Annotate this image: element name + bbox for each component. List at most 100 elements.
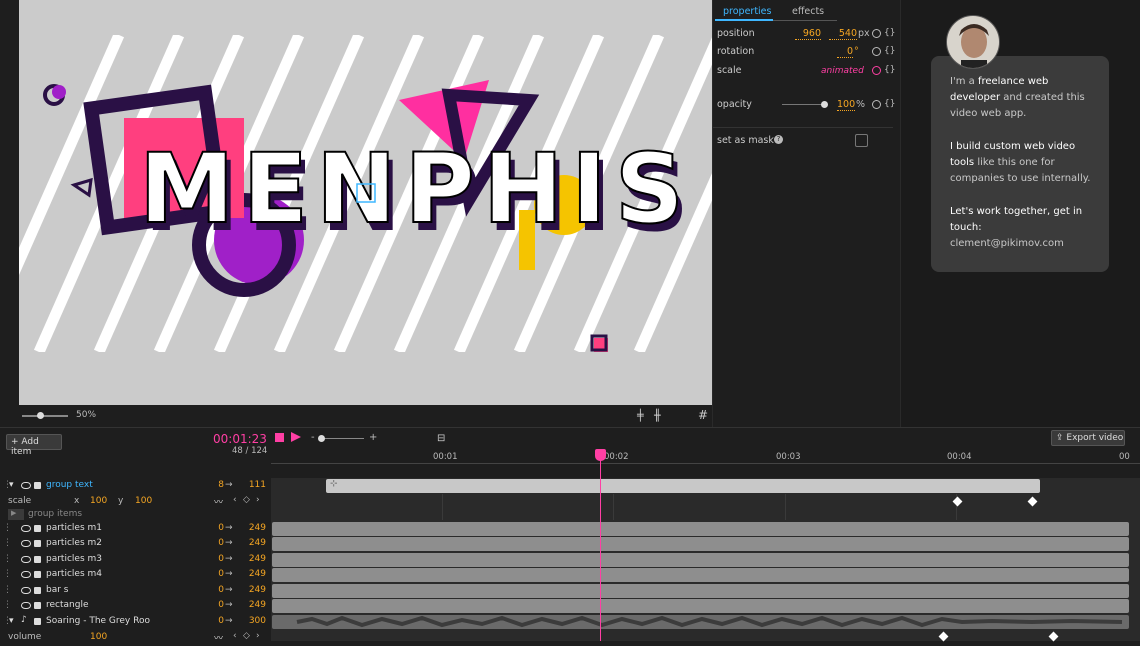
prev-keyframe-icon[interactable]: ‹ — [233, 631, 237, 641]
add-keyframe-icon[interactable]: ◇ — [243, 495, 250, 505]
expression-braces-icon[interactable]: {} — [884, 65, 895, 75]
audio-layer-row[interactable]: ⋮ ▾ ♪ Soaring - The Grey Roo 0 → 300 — [0, 615, 271, 630]
add-item-button[interactable]: + Add item — [6, 434, 62, 457]
snap-icon[interactable]: ⊟ — [437, 433, 445, 444]
layer-out-frame[interactable]: 249 — [242, 569, 266, 579]
scale-y-field[interactable]: 100 — [135, 496, 152, 506]
volume-down-icon[interactable]: - — [311, 432, 315, 443]
expression-braces-icon[interactable]: {} — [884, 28, 895, 38]
layer-track-bar[interactable] — [272, 522, 1129, 536]
volume-slider-thumb[interactable] — [318, 435, 325, 442]
visibility-eye-icon[interactable] — [21, 587, 31, 594]
grid-icon[interactable]: # — [698, 408, 708, 422]
visibility-eye-icon[interactable] — [21, 571, 31, 578]
tab-effects[interactable]: effects — [792, 6, 824, 17]
playhead-line[interactable] — [600, 458, 601, 641]
layer-track-bar[interactable] — [272, 599, 1129, 613]
keyframe-clock-icon[interactable] — [872, 100, 881, 109]
position-y-field[interactable]: 540 — [829, 28, 857, 40]
collapse-arrow-icon[interactable]: ▾ — [9, 616, 14, 626]
keyframe-clock-icon[interactable] — [872, 47, 881, 56]
lock-icon[interactable] — [34, 587, 41, 594]
collapse-arrow-icon[interactable]: ▾ — [9, 480, 14, 490]
layer-row[interactable]: ⋮ particles m2 0 → 249 — [0, 537, 271, 552]
lock-icon[interactable] — [34, 618, 41, 625]
layer-track-bar[interactable] — [272, 553, 1129, 567]
layer-out-frame[interactable]: 249 — [242, 585, 266, 595]
lock-icon[interactable] — [34, 540, 41, 547]
align-vertical-icon[interactable]: ╫ — [654, 409, 661, 422]
layer-row[interactable]: ⋮ rectangle 0 → 249 — [0, 599, 271, 614]
lock-icon[interactable] — [34, 556, 41, 563]
layer-name[interactable]: Soaring - The Grey Roo — [46, 616, 150, 626]
opacity-slider-thumb[interactable] — [821, 101, 828, 108]
play-icon[interactable] — [291, 432, 301, 442]
zoom-slider[interactable] — [22, 415, 68, 417]
lock-icon[interactable] — [34, 525, 41, 532]
curve-icon[interactable]: 〰 — [214, 495, 223, 508]
zoom-slider-thumb[interactable] — [37, 412, 44, 419]
lock-icon[interactable] — [34, 571, 41, 578]
visibility-eye-icon[interactable] — [21, 602, 31, 609]
drag-handle-icon[interactable]: ⋮ — [3, 538, 12, 548]
next-keyframe-icon[interactable]: › — [256, 631, 260, 641]
layer-out-frame[interactable]: 249 — [242, 554, 266, 564]
layer-row[interactable]: ⋮ particles m1 0 → 249 — [0, 522, 271, 537]
layer-in-frame[interactable]: 0 — [210, 554, 224, 564]
help-icon[interactable]: ? — [774, 135, 783, 144]
layer-name[interactable]: particles m4 — [46, 569, 102, 579]
opacity-slider[interactable] — [782, 104, 824, 105]
curve-icon[interactable]: 〰 — [214, 631, 223, 644]
tab-properties[interactable]: properties — [723, 6, 771, 17]
layer-in-frame[interactable]: 0 — [210, 523, 224, 533]
visibility-eye-icon[interactable] — [21, 556, 31, 563]
scale-x-field[interactable]: 100 — [90, 496, 107, 506]
layer-track-bar[interactable] — [272, 537, 1129, 551]
add-keyframe-icon[interactable]: ◇ — [243, 631, 250, 641]
stop-icon[interactable] — [275, 433, 284, 442]
layer-in-frame[interactable]: 0 — [210, 569, 224, 579]
rotation-field[interactable]: 0 — [837, 46, 853, 58]
drag-handle-icon[interactable]: ⋮ — [3, 600, 12, 610]
time-ruler[interactable] — [271, 463, 1140, 464]
layer-row[interactable]: ⋮ particles m4 0 → 249 — [0, 568, 271, 583]
layer-track-bar[interactable] — [272, 584, 1129, 598]
layer-name[interactable]: group text — [46, 480, 93, 490]
layer-track-bar[interactable] — [272, 568, 1129, 582]
layer-row-group[interactable]: ⋮ ▾ group text 8 → 111 — [0, 479, 271, 494]
layer-row[interactable]: ⋮ particles m3 0 → 249 — [0, 553, 271, 568]
layer-in-frame[interactable]: 0 — [210, 616, 224, 626]
drag-handle-icon[interactable]: ⋮ — [3, 523, 12, 533]
layer-name[interactable]: bar s — [46, 585, 68, 595]
layer-out-frame[interactable]: 249 — [242, 523, 266, 533]
drag-handle-icon[interactable]: ⋮ — [3, 585, 12, 595]
layer-name[interactable]: particles m3 — [46, 554, 102, 564]
expression-braces-icon[interactable]: {} — [884, 46, 895, 56]
prev-keyframe-icon[interactable]: ‹ — [233, 495, 237, 505]
layer-in-frame[interactable]: 0 — [210, 585, 224, 595]
contact-email-link[interactable]: clement@pikimov.com — [950, 236, 1100, 252]
video-preview[interactable]: MENPHIS MENPHIS — [19, 0, 712, 405]
playhead-handle[interactable] — [595, 449, 606, 461]
visibility-eye-icon[interactable] — [21, 540, 31, 547]
audio-track-bar[interactable] — [272, 615, 1129, 629]
lock-icon[interactable] — [34, 602, 41, 609]
volume-up-icon[interactable]: + — [369, 432, 377, 443]
layer-out-frame[interactable]: 111 — [242, 480, 266, 490]
opacity-field[interactable]: 100 — [837, 99, 855, 111]
visibility-eye-icon[interactable] — [21, 482, 31, 489]
position-x-field[interactable]: 960 — [795, 28, 821, 40]
keyframe-clock-icon-active[interactable] — [872, 66, 881, 75]
speaker-icon[interactable]: ♪ — [21, 615, 27, 625]
layer-in-frame[interactable]: 0 — [210, 600, 224, 610]
layer-out-frame[interactable]: 249 — [242, 600, 266, 610]
layer-out-frame[interactable]: 249 — [242, 538, 266, 548]
layer-row[interactable]: ⋮ bar s 0 → 249 — [0, 584, 271, 599]
export-video-button[interactable]: ⇪ Export video — [1051, 430, 1125, 446]
layer-name[interactable]: particles m1 — [46, 523, 102, 533]
layer-name[interactable]: particles m2 — [46, 538, 102, 548]
group-track-bar[interactable] — [326, 479, 1040, 493]
layer-in-frame[interactable]: 8 — [210, 480, 224, 490]
scale-animated-value[interactable]: animated — [821, 66, 864, 76]
layer-name[interactable]: rectangle — [46, 600, 89, 610]
